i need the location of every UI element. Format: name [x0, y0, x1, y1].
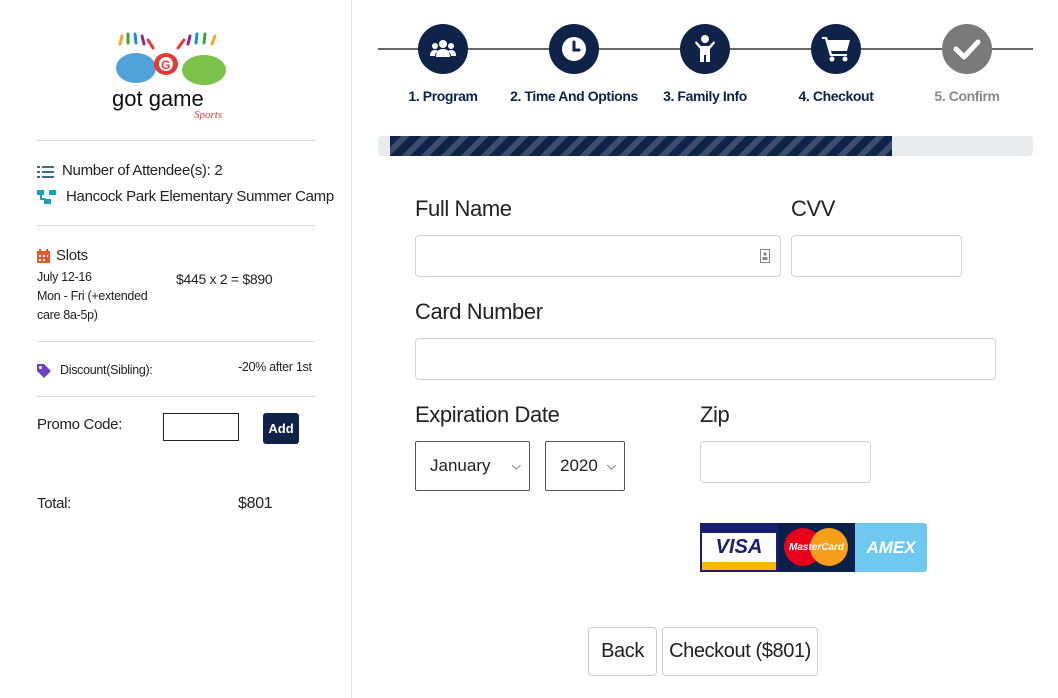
mastercard-card-logo: MasterCard — [778, 523, 855, 572]
svg-text:Sports: Sports — [194, 109, 222, 120]
slot-description: care 8a-5p) — [37, 308, 98, 322]
camp-name: Hancock Park Elementary Summer Camp — [66, 188, 334, 205]
svg-text:G: G — [161, 58, 170, 72]
got-game-logo: G got game Sports — [112, 32, 226, 120]
step-checkout[interactable] — [811, 24, 861, 74]
divider — [37, 140, 315, 141]
discount-label: Discount(Sibling): — [60, 363, 153, 377]
total-label: Total: — [37, 495, 72, 512]
total-value: $801 — [238, 495, 273, 512]
slot-price: $445 x 2 = $890 — [176, 271, 273, 287]
check-icon — [953, 39, 981, 60]
step-program[interactable] — [418, 24, 468, 74]
checkout-button[interactable]: Checkout ($801) — [662, 627, 818, 676]
chevron-down-icon: ⌵ — [606, 458, 616, 473]
cvv-input[interactable] — [791, 235, 962, 277]
step-family-info[interactable] — [680, 24, 730, 74]
step-confirm[interactable] — [942, 24, 992, 74]
card-number-label: Card Number — [415, 299, 543, 324]
step-label-time-and-options[interactable]: 2. Time And Options — [510, 88, 638, 104]
step-label-family-info[interactable]: 3. Family Info — [663, 88, 747, 104]
discount-value: -20% after 1st — [238, 360, 312, 374]
person-icon — [695, 35, 715, 62]
add-promo-button[interactable]: Add — [263, 413, 299, 444]
list-icon — [37, 166, 54, 178]
expiration-month-select[interactable]: January ⌵ — [415, 441, 530, 491]
clock-icon — [562, 37, 586, 61]
amex-card-logo: AMEX — [855, 523, 927, 572]
slot-description: Mon - Fri (+extended — [37, 289, 148, 303]
zip-label: Zip — [700, 402, 730, 427]
back-button[interactable]: Back — [588, 627, 657, 676]
divider — [37, 341, 315, 342]
order-summary-sidebar: G got game Sports Number of Attendee(s):… — [0, 0, 352, 698]
step-time-and-options[interactable] — [549, 24, 599, 74]
promo-code-label: Promo Code: — [37, 416, 123, 433]
divider — [37, 225, 315, 226]
card-number-input[interactable] — [415, 338, 996, 380]
promo-code-input[interactable] — [163, 413, 239, 441]
cart-icon — [822, 37, 850, 62]
group-icon — [430, 40, 456, 57]
year-value: 2020 — [560, 456, 598, 475]
cvv-label: CVV — [791, 196, 836, 221]
step-label-confirm[interactable]: 5. Confirm — [934, 88, 1000, 104]
tag-icon — [37, 364, 51, 378]
chevron-down-icon: ⌵ — [511, 458, 521, 473]
visa-card-logo: VISA — [700, 523, 778, 572]
divider — [37, 396, 315, 397]
slot-dates: July 12-16 — [37, 270, 92, 284]
progress-bar — [378, 136, 1033, 156]
sitemap-icon — [37, 190, 56, 204]
svg-text:got game: got game — [112, 86, 204, 111]
slots-heading: Slots — [56, 247, 88, 264]
expiration-year-select[interactable]: 2020 ⌵ — [545, 441, 625, 491]
attendees-count: Number of Attendee(s): 2 — [62, 162, 223, 179]
progress-fill — [390, 136, 892, 156]
step-label-checkout[interactable]: 4. Checkout — [799, 88, 874, 104]
expiration-date-label: Expiration Date — [415, 402, 560, 427]
zip-input[interactable] — [700, 441, 871, 483]
full-name-input[interactable] — [415, 235, 781, 277]
month-value: January — [430, 456, 491, 475]
step-label-program[interactable]: 1. Program — [408, 88, 478, 104]
calendar-icon — [37, 249, 50, 263]
autofill-contact-icon[interactable] — [760, 249, 770, 263]
accepted-cards: VISA MasterCard AMEX — [700, 523, 927, 572]
full-name-label: Full Name — [415, 196, 512, 221]
